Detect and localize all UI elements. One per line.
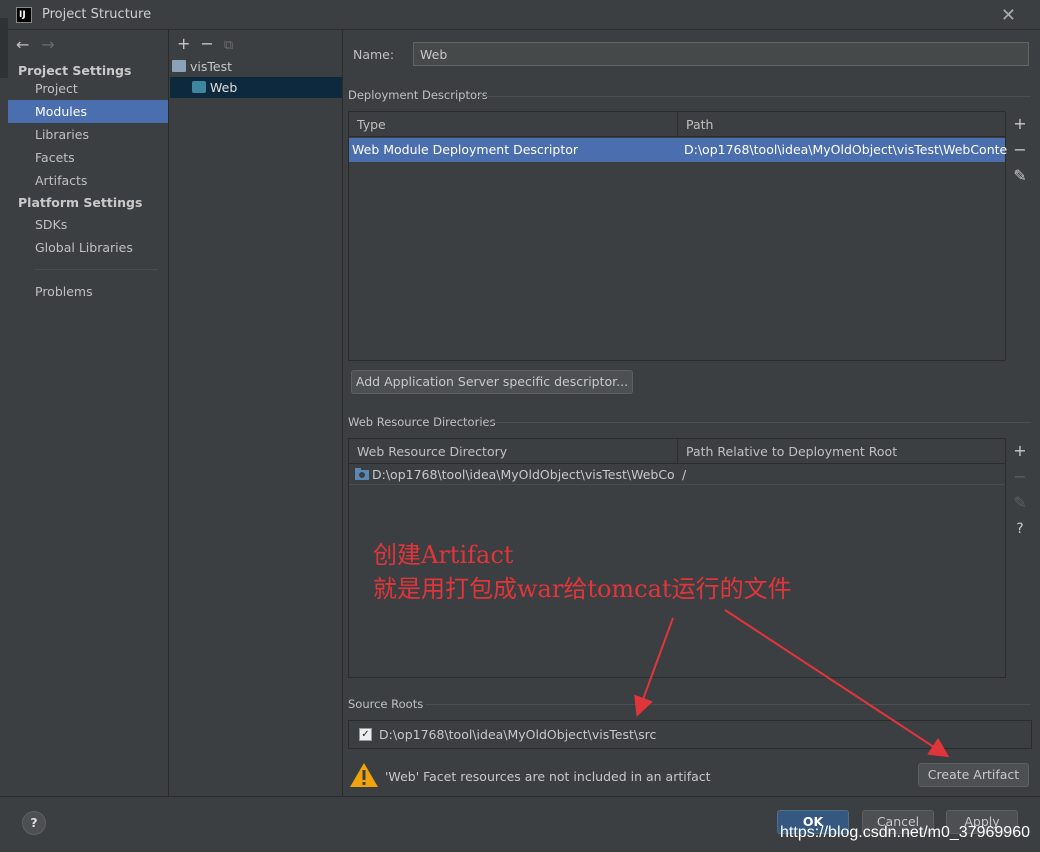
edit-pencil-icon[interactable]: ✎ <box>1007 490 1033 516</box>
help-icon[interactable]: ? <box>1007 516 1033 542</box>
cell-path: D:\op1768\tool\idea\MyOldObject\visTest\… <box>684 142 1007 157</box>
back-arrow-icon[interactable]: ← <box>16 35 29 54</box>
annotation-line-2: 就是用打包成war给tomcat运行的文件 <box>373 575 792 603</box>
nav-divider <box>35 269 158 270</box>
nav-item-problems[interactable]: Problems <box>8 280 168 303</box>
folder-icon <box>172 60 186 72</box>
deployment-table-toolbar: + − ✎ <box>1007 111 1033 189</box>
table-row[interactable]: Web Module Deployment Descriptor D:\op17… <box>349 138 1007 162</box>
table-row[interactable]: D:\op1768\tool\idea\MyOldObject\visTest\… <box>349 464 1005 485</box>
source-root-checkbox[interactable]: ✓ <box>359 728 372 741</box>
warning-message: 'Web' Facet resources are not included i… <box>385 769 711 784</box>
help-button[interactable]: ? <box>22 811 46 835</box>
project-settings-heading: Project Settings <box>18 63 132 78</box>
tree-item-label: Web <box>210 80 238 95</box>
name-label: Name: <box>353 47 395 62</box>
nav-item-artifacts[interactable]: Artifacts <box>8 169 168 192</box>
title-bar: IJ Project Structure ✕ <box>0 0 1040 30</box>
nav-item-libraries[interactable]: Libraries <box>8 123 168 146</box>
edit-pencil-icon[interactable]: ✎ <box>1007 163 1033 189</box>
deployment-descriptors-label: Deployment Descriptors <box>348 88 488 102</box>
intellij-icon: IJ <box>16 7 32 23</box>
add-icon[interactable]: + <box>177 34 190 53</box>
cell-type: Web Module Deployment Descriptor <box>352 142 579 157</box>
deployment-descriptors-table: Type Path Web Module Deployment Descript… <box>348 111 1007 361</box>
nav-arrows: ← → <box>8 30 168 56</box>
add-server-descriptor-button[interactable]: Add Application Server specific descript… <box>351 370 633 394</box>
annotation-line-1: 创建Artifact <box>373 541 514 569</box>
source-root-path: D:\op1768\tool\idea\MyOldObject\visTest\… <box>379 727 657 742</box>
column-path-relative[interactable]: Path Relative to Deployment Root <box>678 439 1007 464</box>
web-facet-icon <box>192 81 206 93</box>
add-icon[interactable]: + <box>1007 438 1033 464</box>
forward-arrow-icon[interactable]: → <box>41 35 54 54</box>
watermark-url: https://blog.csdn.net/m0_37969960 <box>780 824 1030 841</box>
table-header: Web Resource Directory Path Relative to … <box>349 439 1005 464</box>
tree-item-label: visTest <box>190 59 232 74</box>
copy-icon[interactable]: ⧉ <box>224 38 233 53</box>
settings-nav: ← → Project Settings Project Modules Libr… <box>8 30 169 796</box>
warning-icon <box>350 763 378 787</box>
column-type[interactable]: Type <box>349 112 678 137</box>
nav-item-facets[interactable]: Facets <box>8 146 168 169</box>
tree-item-web[interactable]: Web <box>170 77 342 98</box>
column-web-resource-directory[interactable]: Web Resource Directory <box>349 439 678 464</box>
column-path[interactable]: Path <box>678 112 1007 137</box>
window-title: Project Structure <box>42 7 152 22</box>
web-resource-table-toolbar: + − ✎ ? <box>1007 438 1033 542</box>
section-divider <box>425 704 1031 705</box>
web-resource-directories-label: Web Resource Directories <box>348 415 496 429</box>
remove-icon[interactable]: − <box>1007 464 1033 490</box>
background-window-edge <box>0 18 8 78</box>
remove-icon[interactable]: − <box>1007 137 1033 163</box>
nav-item-project[interactable]: Project <box>8 77 168 100</box>
tree-item-vistest[interactable]: visTest <box>170 56 342 77</box>
nav-item-sdks[interactable]: SDKs <box>8 213 168 236</box>
remove-icon[interactable]: − <box>200 34 213 53</box>
platform-settings-heading: Platform Settings <box>18 195 143 210</box>
source-roots-list: ✓ D:\op1768\tool\idea\MyOldObject\visTes… <box>348 720 1032 749</box>
table-header: Type Path <box>349 112 1005 137</box>
source-roots-label: Source Roots <box>348 697 424 711</box>
nav-item-modules[interactable]: Modules <box>8 100 168 123</box>
facet-content: Name: Deployment Descriptors Type Path W… <box>343 30 1040 796</box>
cell-directory: D:\op1768\tool\idea\MyOldObject\visTest\… <box>372 467 674 482</box>
tree-toolbar: + − ⧉ <box>170 30 342 56</box>
section-divider <box>478 96 1031 97</box>
create-artifact-button[interactable]: Create Artifact <box>918 763 1029 787</box>
section-divider <box>488 422 1031 423</box>
nav-item-global-libraries[interactable]: Global Libraries <box>8 236 168 259</box>
close-icon[interactable]: ✕ <box>1001 5 1016 26</box>
modules-tree-panel: + − ⧉ visTest Web <box>170 30 343 796</box>
add-icon[interactable]: + <box>1007 111 1033 137</box>
name-field[interactable] <box>413 42 1029 66</box>
cell-relative-path: / <box>682 467 687 482</box>
